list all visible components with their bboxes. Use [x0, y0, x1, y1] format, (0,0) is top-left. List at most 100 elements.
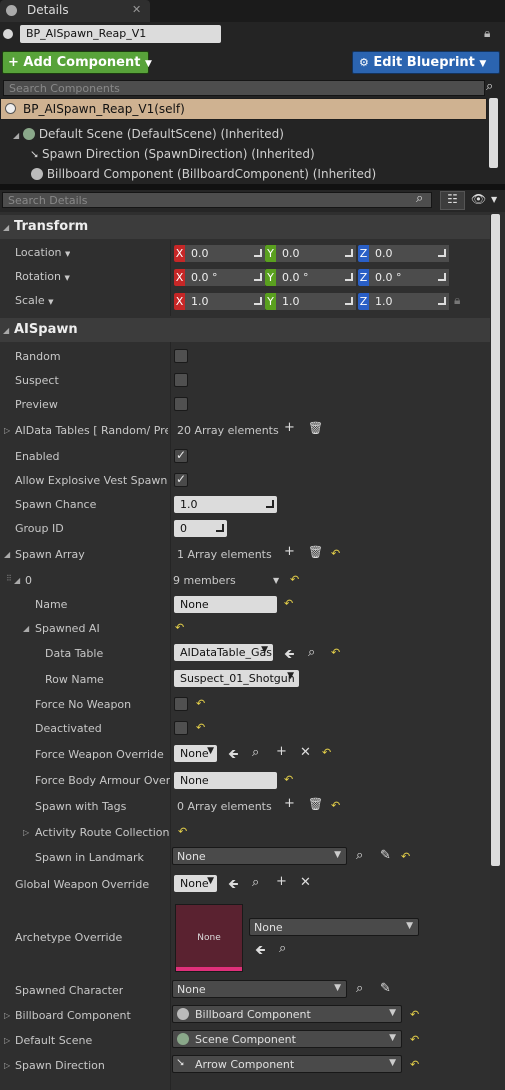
- row-name-dropdown[interactable]: Suspect_01_Shotgun ▼: [174, 670, 299, 687]
- collapse-icon[interactable]: ◢: [14, 576, 20, 585]
- expand-icon[interactable]: ▷: [4, 1036, 10, 1045]
- scale-y-field[interactable]: Y 1.0: [265, 293, 356, 310]
- data-table-dropdown[interactable]: AIDataTable_Gas ▼: [174, 644, 273, 661]
- search-icon[interactable]: ⌕: [416, 191, 423, 206]
- force-body-armour-field[interactable]: None: [174, 772, 277, 789]
- rotation-y-field[interactable]: Y 0.0 °: [265, 269, 356, 286]
- archetype-override-dropdown[interactable]: None ▼: [249, 918, 419, 936]
- scale-z-value[interactable]: 1.0: [369, 293, 449, 310]
- edit-blueprint-button[interactable]: ⚙ Edit Blueprint ▼: [352, 51, 500, 74]
- reset-arrow-icon[interactable]: ↶: [331, 646, 340, 659]
- drag-handle-icon[interactable]: [438, 297, 446, 305]
- drag-handle-icon[interactable]: [216, 524, 224, 532]
- group-id-field[interactable]: 0: [174, 520, 227, 537]
- collapse-icon[interactable]: ◢: [3, 223, 9, 232]
- use-selected-arrow-icon[interactable]: 🡸: [228, 745, 239, 767]
- browse-search-icon[interactable]: ⌕: [279, 941, 286, 956]
- collapse-icon[interactable]: ◢: [3, 326, 9, 335]
- component-row-spawn-direction[interactable]: ⭨ Spawn Direction (SpawnDirection) (Inhe…: [31, 147, 315, 162]
- location-z-field[interactable]: Z 0.0: [358, 245, 449, 262]
- add-component-button[interactable]: + Add Component ▼: [2, 51, 152, 74]
- reset-arrow-icon[interactable]: ↶: [284, 597, 293, 610]
- components-scrollbar[interactable]: [489, 98, 498, 168]
- preview-checkbox[interactable]: [174, 397, 188, 411]
- drag-handle-icon[interactable]: [345, 273, 353, 281]
- trash-icon[interactable]: 🗑︎: [308, 545, 323, 559]
- archetype-thumbnail[interactable]: None: [175, 904, 243, 972]
- add-element-icon[interactable]: +: [284, 420, 295, 435]
- location-y-value[interactable]: 0.0: [276, 245, 356, 262]
- location-y-field[interactable]: Y 0.0: [265, 245, 356, 262]
- lock-icon[interactable]: 🔒︎: [454, 293, 460, 308]
- add-element-icon[interactable]: +: [284, 796, 295, 811]
- component-search-input[interactable]: Search Components: [3, 80, 485, 96]
- browse-search-icon[interactable]: ⌕: [356, 848, 363, 863]
- drag-handle-icon[interactable]: [254, 297, 262, 305]
- category-transform[interactable]: ◢ Transform: [0, 215, 490, 239]
- spawn-chance-field[interactable]: 1.0: [174, 496, 277, 513]
- column-divider[interactable]: [170, 240, 171, 316]
- expand-icon[interactable]: ▷: [4, 1011, 10, 1020]
- suspect-checkbox[interactable]: [174, 373, 188, 387]
- location-label[interactable]: Location ▼: [15, 246, 70, 259]
- rotation-y-value[interactable]: 0.0 °: [276, 269, 356, 286]
- drag-handle-icon[interactable]: [254, 249, 262, 257]
- global-weapon-override-dropdown[interactable]: None ▼: [174, 875, 217, 892]
- expand-icon[interactable]: ▷: [4, 1061, 10, 1070]
- location-z-value[interactable]: 0.0: [369, 245, 449, 262]
- trash-icon[interactable]: 🗑︎: [308, 797, 323, 811]
- enabled-checkbox[interactable]: [174, 448, 188, 463]
- spawn-in-landmark-dropdown[interactable]: None ▼: [172, 847, 347, 865]
- clear-icon[interactable]: ✕: [300, 875, 311, 890]
- scale-z-field[interactable]: Z 1.0: [358, 293, 449, 310]
- reset-arrow-icon[interactable]: ↶: [322, 746, 331, 759]
- add-icon[interactable]: +: [276, 874, 287, 889]
- trash-icon[interactable]: 🗑︎: [308, 421, 323, 435]
- reset-arrow-icon[interactable]: ↶: [410, 1033, 419, 1046]
- details-search-input[interactable]: Search Details: [2, 192, 432, 208]
- lock-icon[interactable]: 🔒︎: [484, 26, 490, 41]
- location-x-field[interactable]: X 0.0: [174, 245, 265, 262]
- name-field[interactable]: None: [174, 596, 277, 613]
- reset-arrow-icon[interactable]: ↶: [284, 773, 293, 786]
- spawn-direction-dropdown[interactable]: ⭨ Arrow Component ▼: [172, 1055, 402, 1073]
- browse-search-icon[interactable]: ⌕: [252, 745, 259, 760]
- reset-arrow-icon[interactable]: ↶: [196, 721, 205, 734]
- browse-search-icon[interactable]: ⌕: [308, 645, 315, 660]
- component-row-default-scene[interactable]: ◢ Default Scene (DefaultScene) (Inherite…: [13, 127, 284, 141]
- drag-grip-icon[interactable]: ⠿: [6, 574, 12, 583]
- collapse-icon[interactable]: ◢: [4, 550, 10, 559]
- reset-arrow-icon[interactable]: ↶: [196, 697, 205, 710]
- reset-arrow-icon[interactable]: ↶: [331, 547, 340, 560]
- drag-handle-icon[interactable]: [254, 273, 262, 281]
- expand-icon[interactable]: ▷: [4, 426, 10, 435]
- expand-icon[interactable]: ▷: [23, 828, 29, 837]
- object-name-field[interactable]: BP_AISpawn_Reap_V1: [20, 25, 221, 43]
- reset-arrow-icon[interactable]: ↶: [331, 799, 340, 812]
- default-scene-dropdown[interactable]: Scene Component ▼: [172, 1030, 402, 1048]
- force-weapon-override-dropdown[interactable]: None ▼: [174, 745, 217, 762]
- billboard-component-dropdown[interactable]: Billboard Component ▼: [172, 1005, 402, 1023]
- use-selected-arrow-icon[interactable]: 🡸: [255, 941, 266, 963]
- expand-icon[interactable]: ◢: [13, 131, 19, 140]
- scale-x-field[interactable]: X 1.0: [174, 293, 265, 310]
- random-checkbox[interactable]: [174, 349, 188, 363]
- component-row-self[interactable]: BP_AISpawn_Reap_V1(self): [0, 98, 487, 120]
- spawned-character-dropdown[interactable]: None ▼: [172, 980, 347, 998]
- reset-arrow-icon[interactable]: ↶: [290, 573, 299, 586]
- scale-x-value[interactable]: 1.0: [185, 293, 265, 310]
- collapse-icon[interactable]: ◢: [23, 624, 29, 633]
- reset-arrow-icon[interactable]: ↶: [401, 850, 410, 863]
- search-icon[interactable]: ⌕: [486, 79, 493, 94]
- eye-icon[interactable]: 👁︎: [471, 192, 486, 206]
- eyedropper-icon[interactable]: ✎: [380, 981, 391, 996]
- rotation-x-field[interactable]: X 0.0 °: [174, 269, 265, 286]
- clear-icon[interactable]: ✕: [300, 745, 311, 760]
- drag-handle-icon[interactable]: [345, 297, 353, 305]
- eyedropper-icon[interactable]: ✎: [380, 848, 391, 863]
- view-options-icon[interactable]: ☷: [440, 191, 465, 210]
- scale-y-value[interactable]: 1.0: [276, 293, 356, 310]
- reset-arrow-icon[interactable]: ↶: [178, 825, 187, 838]
- drag-handle-icon[interactable]: [345, 249, 353, 257]
- details-scrollbar[interactable]: [491, 214, 500, 866]
